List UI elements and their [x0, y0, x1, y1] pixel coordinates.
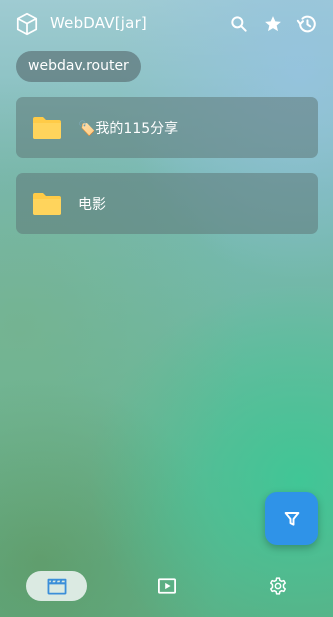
nav-player-tab[interactable] [152, 571, 182, 601]
gear-icon [270, 577, 286, 595]
filter-button[interactable] [265, 492, 318, 545]
list-item[interactable]: 电影 [16, 173, 318, 234]
cube-icon [16, 12, 38, 36]
bottom-nav [0, 564, 333, 608]
favorites-button[interactable] [260, 11, 286, 37]
app-root: WebDAV[jar] webdav.router 🏷️我的115分享 电影 [0, 0, 333, 617]
breadcrumb-path[interactable]: webdav.router [16, 51, 141, 82]
folder-icon [33, 116, 61, 139]
star-icon [265, 16, 281, 32]
play-icon [158, 578, 176, 594]
search-icon [231, 16, 247, 32]
top-bar: WebDAV[jar] [0, 0, 333, 50]
history-icon [296, 15, 316, 33]
file-list: 🏷️我的115分享 电影 [16, 97, 318, 249]
history-button[interactable] [294, 11, 320, 37]
list-item-label: 电影 [78, 196, 106, 213]
folder-icon [33, 192, 61, 215]
clapperboard-icon [47, 578, 66, 595]
list-item[interactable]: 🏷️我的115分享 [16, 97, 318, 158]
search-button[interactable] [226, 11, 252, 37]
filter-icon [284, 511, 299, 526]
nav-settings-tab[interactable] [263, 571, 293, 601]
nav-home-tab[interactable] [26, 571, 87, 601]
list-item-label: 🏷️我的115分享 [78, 120, 179, 137]
app-title: WebDAV[jar] [50, 14, 147, 32]
